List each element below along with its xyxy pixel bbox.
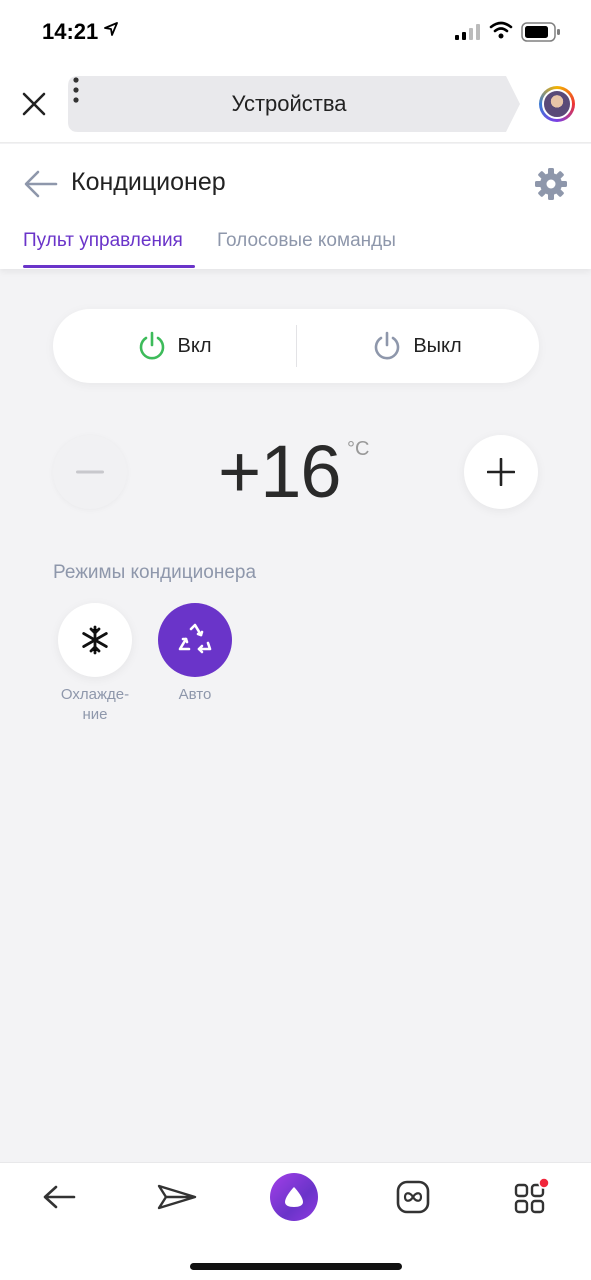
temperature-unit: °C bbox=[347, 438, 370, 460]
power-toggle-group: Вкл Выкл bbox=[53, 309, 539, 383]
active-tab-indicator bbox=[23, 265, 195, 268]
back-arrow-icon[interactable] bbox=[22, 168, 58, 200]
page-header: Кондиционер Пульт управления Голосовые к… bbox=[0, 144, 591, 269]
status-time: 14:21 bbox=[42, 19, 99, 44]
nav-back-button[interactable] bbox=[29, 1175, 89, 1219]
power-on-icon bbox=[139, 331, 164, 360]
power-off-label: Выкл bbox=[413, 334, 462, 357]
power-off-button[interactable]: Выкл bbox=[296, 309, 539, 383]
gear-icon[interactable] bbox=[534, 167, 568, 201]
status-bar: 14:21 bbox=[0, 0, 591, 66]
minus-icon bbox=[76, 470, 104, 474]
alice-voice-button[interactable] bbox=[264, 1173, 324, 1221]
nav-apps-button[interactable] bbox=[501, 1175, 561, 1219]
location-arrow-icon bbox=[104, 22, 118, 36]
nav-send-button[interactable] bbox=[147, 1175, 207, 1219]
alice-icon bbox=[285, 1187, 303, 1207]
user-avatar[interactable] bbox=[539, 86, 575, 122]
mode-auto-label: Авто bbox=[178, 686, 212, 703]
mode-cooling[interactable]: Охлажде- ние bbox=[58, 603, 132, 725]
power-off-icon bbox=[375, 331, 400, 360]
temperature-increase-button[interactable] bbox=[464, 435, 538, 509]
temperature-value: +16 bbox=[218, 430, 342, 513]
send-icon bbox=[157, 1184, 197, 1210]
temperature-decrease-button[interactable] bbox=[53, 435, 127, 509]
more-vertical-icon[interactable] bbox=[68, 76, 84, 104]
back-icon bbox=[43, 1185, 76, 1209]
loop-icon bbox=[396, 1180, 430, 1214]
wifi-icon bbox=[489, 21, 513, 39]
battery-icon bbox=[521, 22, 560, 42]
power-on-button[interactable]: Вкл bbox=[53, 309, 296, 383]
cellular-signal-icon bbox=[455, 24, 480, 40]
modes-heading: Режимы кондиционера bbox=[53, 562, 257, 583]
tab-voice-commands[interactable]: Голосовые команды bbox=[217, 230, 396, 252]
address-bar-title: Устройства bbox=[231, 91, 347, 116]
address-bar[interactable]: Устройства bbox=[68, 76, 520, 132]
nav-loop-button[interactable] bbox=[383, 1175, 443, 1219]
plus-icon bbox=[487, 458, 515, 486]
mode-auto[interactable]: Авто bbox=[158, 603, 232, 705]
apps-icon bbox=[514, 1177, 550, 1214]
auto-cycle-icon bbox=[178, 623, 212, 654]
bottom-nav bbox=[0, 1162, 591, 1280]
power-on-label: Вкл bbox=[177, 334, 212, 357]
mode-cooling-label: Охлажде- ние bbox=[60, 686, 130, 723]
home-indicator[interactable] bbox=[190, 1263, 402, 1270]
tab-remote-control[interactable]: Пульт управления bbox=[23, 230, 183, 252]
browser-bar: Устройства bbox=[0, 66, 591, 143]
page-title: Кондиционер bbox=[71, 168, 226, 196]
close-icon[interactable] bbox=[18, 88, 50, 120]
snowflake-icon bbox=[82, 625, 108, 655]
